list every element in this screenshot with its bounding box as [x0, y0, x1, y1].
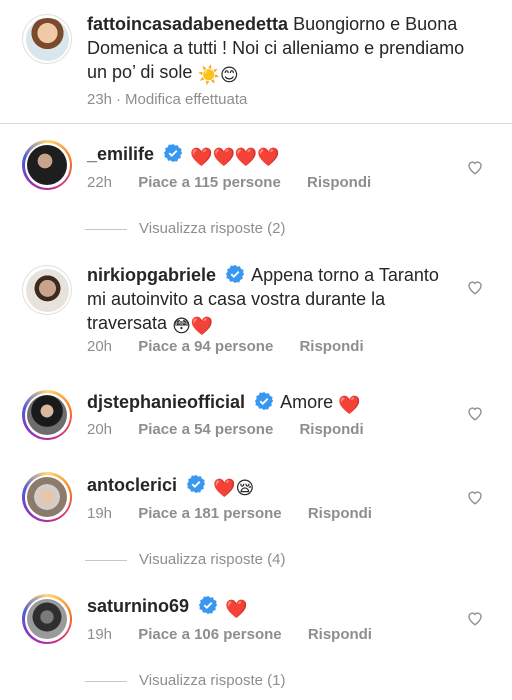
verified-badge-icon [163, 143, 183, 163]
comment-body: Amore [280, 392, 334, 412]
comment-meta: 20h Piace a 54 persone Rispondi [87, 421, 386, 438]
heart-outline-icon[interactable] [466, 488, 484, 506]
comment-time: 20h [87, 338, 113, 355]
comment-meta: 22h Piace a 115 persone Rispondi [87, 174, 393, 191]
comment-meta: 19h Piace a 181 persone Rispondi [87, 505, 394, 522]
comment-time: 22h [87, 174, 113, 191]
comment-username[interactable]: nirkiopgabriele [87, 265, 216, 285]
reply-button[interactable]: Rispondi [308, 626, 372, 643]
comment-username[interactable]: djstephanieofficial [87, 392, 245, 412]
comment-avatar[interactable] [22, 594, 72, 644]
caption-meta: 23h · Modifica effettuata [87, 91, 248, 108]
comment-emoji: ❤️ [225, 599, 248, 619]
replies-divider [85, 680, 127, 682]
comment-username[interactable]: antoclerici [87, 475, 177, 495]
comment-avatar[interactable] [22, 472, 72, 522]
view-replies-button[interactable]: Visualizza risposte (2) [85, 220, 285, 237]
heart-outline-icon[interactable] [466, 609, 484, 627]
caption-username[interactable]: fattoincasadabenedetta [87, 14, 288, 34]
comment-text: nirkiopgabriele Appena torno a Taranto m… [87, 263, 457, 338]
comment-likes[interactable]: Piace a 54 persone [138, 421, 273, 438]
comment-text: antoclerici ❤️😪 [87, 473, 457, 500]
comment-likes[interactable]: Piace a 115 persone [138, 174, 281, 191]
view-replies-label[interactable]: Visualizza risposte (2) [139, 220, 285, 237]
caption-emoji: ☀️😊 [197, 65, 239, 85]
comment-emoji: ❤️ [338, 395, 361, 415]
heart-outline-icon[interactable] [466, 278, 484, 296]
caption-text: fattoincasadabenedetta Buongiorno e Buon… [87, 12, 487, 87]
comment-likes[interactable]: Piace a 106 persone [138, 626, 281, 643]
caption-avatar[interactable] [22, 14, 72, 64]
reply-button[interactable]: Rispondi [308, 505, 372, 522]
comment-text: djstephanieofficial Amore ❤️ [87, 390, 457, 417]
reply-button[interactable]: Rispondi [307, 174, 371, 191]
comment-meta: 19h Piace a 106 persone Rispondi [87, 626, 394, 643]
reply-button[interactable]: Rispondi [299, 421, 363, 438]
caption-time: 23h [87, 91, 113, 108]
comment-emoji: ❤️😪 [213, 478, 255, 498]
comment-avatar[interactable] [22, 140, 72, 190]
comment-username[interactable]: _emilife [87, 144, 154, 164]
comment-meta: 20h Piace a 94 persone Rispondi [87, 338, 386, 355]
verified-badge-icon [186, 474, 206, 494]
comment-avatar[interactable] [22, 265, 72, 315]
comment-username[interactable]: saturnino69 [87, 596, 189, 616]
comment-avatar[interactable] [22, 390, 72, 440]
view-replies-label[interactable]: Visualizza risposte (4) [139, 551, 285, 568]
comment-emoji: 😳❤️ [172, 316, 214, 336]
replies-divider [85, 559, 127, 561]
heart-outline-icon[interactable] [466, 158, 484, 176]
comment-text: saturnino69 ❤️ [87, 594, 457, 621]
replies-divider [85, 228, 127, 230]
view-replies-button[interactable]: Visualizza risposte (4) [85, 551, 285, 568]
comment-likes[interactable]: Piace a 181 persone [138, 505, 281, 522]
reply-button[interactable]: Rispondi [299, 338, 363, 355]
view-replies-button[interactable]: Visualizza risposte (1) [85, 672, 285, 689]
caption-edited: Modifica effettuata [125, 91, 248, 108]
verified-badge-icon [254, 391, 274, 411]
verified-badge-icon [225, 264, 245, 284]
comment-likes[interactable]: Piace a 94 persone [138, 338, 273, 355]
comment-time: 19h [87, 505, 113, 522]
heart-outline-icon[interactable] [466, 404, 484, 422]
post-caption: fattoincasadabenedetta Buongiorno e Buon… [0, 0, 512, 124]
comment-time: 19h [87, 626, 113, 643]
comment-emoji: ❤️❤️❤️❤️ [190, 147, 280, 167]
comment-time: 20h [87, 421, 113, 438]
view-replies-label[interactable]: Visualizza risposte (1) [139, 672, 285, 689]
verified-badge-icon [198, 595, 218, 615]
comment-text: _emilife ❤️❤️❤️❤️ [87, 142, 457, 169]
